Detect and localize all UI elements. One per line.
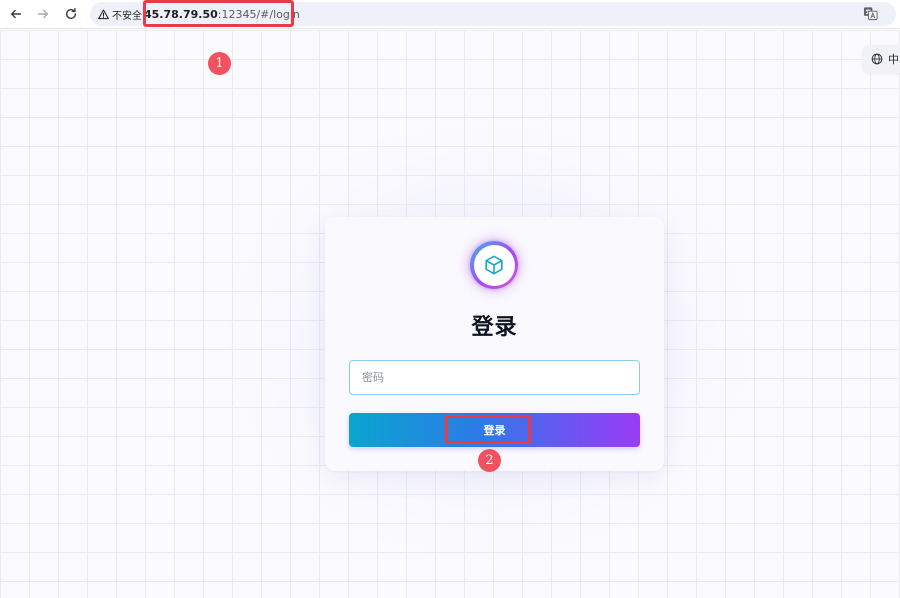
annotation-badge-1: 1 [208, 52, 231, 75]
language-label: 中 [888, 53, 899, 66]
annotation-badge-2: 2 [478, 449, 501, 472]
language-switcher[interactable]: 中 [863, 45, 900, 73]
security-label: 不安全 [112, 10, 142, 22]
login-button[interactable]: 登录 [349, 413, 640, 447]
security-indicator[interactable]: 不安全 [98, 6, 142, 22]
url-host: 45.78.79.50 [144, 7, 218, 21]
login-card: 登录 登录 [325, 217, 664, 471]
warning-triangle-icon [98, 9, 109, 19]
back-button[interactable] [5, 4, 27, 24]
arrow-right-icon [37, 9, 49, 19]
forward-button[interactable] [32, 4, 54, 24]
cube-icon [485, 255, 503, 275]
url-text[interactable]: 45.78.79.50:12345/#/login [144, 5, 300, 23]
page-title: 登录 [471, 315, 518, 340]
logo-inner [473, 244, 515, 286]
login-page: 中 登录 登录 [0, 30, 900, 598]
browser-toolbar: 不安全 45.78.79.50:12345/#/login [0, 0, 900, 29]
address-bar[interactable]: 不安全 45.78.79.50:12345/#/login [90, 2, 896, 26]
logo [470, 241, 518, 289]
reload-button[interactable] [60, 4, 82, 24]
reload-icon [65, 8, 77, 20]
globe-icon [871, 53, 883, 65]
arrow-left-icon [10, 9, 22, 19]
password-input[interactable] [349, 360, 640, 395]
translate-icon[interactable] [863, 6, 878, 21]
url-path: :12345/#/login [217, 7, 300, 21]
